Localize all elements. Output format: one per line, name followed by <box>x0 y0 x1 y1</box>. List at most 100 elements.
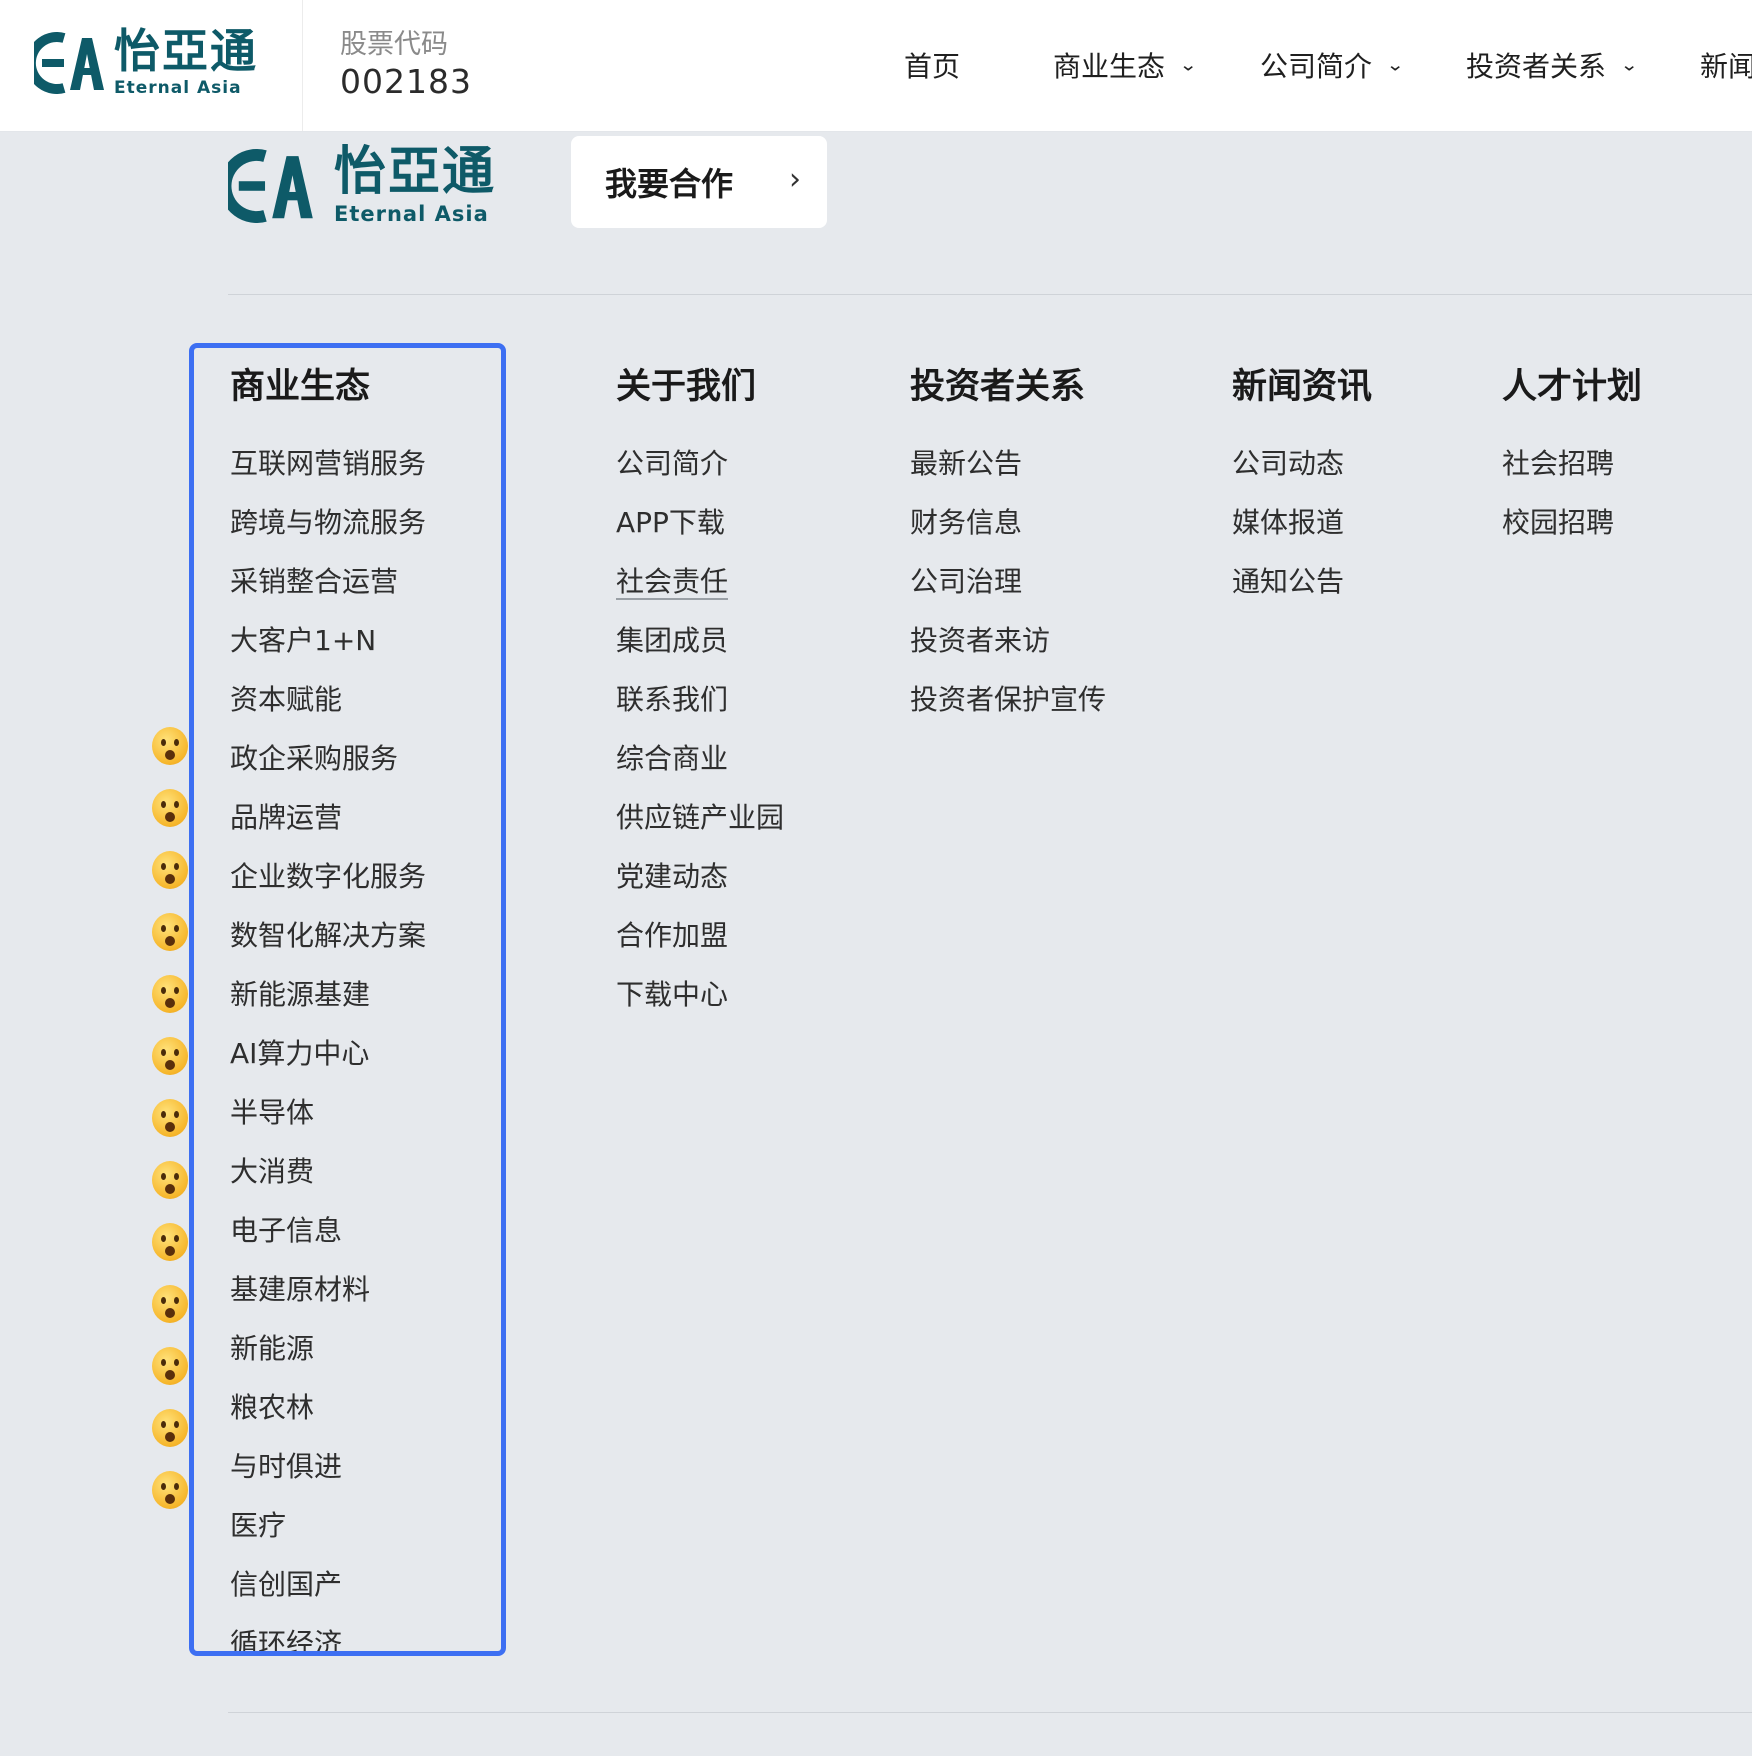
menu-link[interactable]: 大客户1+N <box>230 621 426 680</box>
chevron-right-icon: › <box>789 162 801 197</box>
menu-link[interactable]: 政企采购服务 <box>230 739 426 798</box>
menu-link[interactable]: 公司治理 <box>910 562 1106 621</box>
ea-logo-icon <box>228 148 313 223</box>
nav-business-ecosystem[interactable]: 商业生态 ⌄ <box>1053 45 1197 85</box>
astonished-face-icon <box>152 1161 188 1199</box>
menu-link[interactable]: 互联网营销服务 <box>230 444 426 503</box>
brand-name-en: Eternal Asia <box>114 78 242 98</box>
column-list: 公司动态 媒体报道 通知公告 <box>1232 444 1372 621</box>
column-list: 社会招聘 校园招聘 <box>1502 444 1642 562</box>
astonished-face-icon <box>152 851 188 889</box>
chevron-down-icon: ⌄ <box>1620 55 1639 75</box>
chevron-down-icon: ⌄ <box>1386 55 1405 75</box>
menu-link[interactable]: 医疗 <box>230 1506 426 1565</box>
menu-link[interactable]: 数智化解决方案 <box>230 916 426 975</box>
nav-investor-relations[interactable]: 投资者关系 ⌄ <box>1466 45 1638 85</box>
column-title: 人才计划 <box>1502 367 1643 407</box>
menu-link[interactable]: 联系我们 <box>616 680 784 739</box>
menu-link[interactable]: 资本赋能 <box>230 680 426 739</box>
menu-link[interactable]: 企业数字化服务 <box>230 857 426 916</box>
column-title: 投资者关系 <box>910 367 1086 407</box>
nav-company-profile-label: 公司简介 <box>1260 50 1373 83</box>
panel-brand-name-en: Eternal Asia <box>334 202 489 226</box>
menu-link[interactable]: 电子信息 <box>230 1211 426 1270</box>
column-list: 互联网营销服务 跨境与物流服务 采销整合运营 大客户1+N 资本赋能 政企采购服… <box>230 444 426 1651</box>
column-title: 新闻资讯 <box>1232 367 1373 407</box>
menu-link[interactable]: 循环经济 <box>230 1624 426 1651</box>
top-header: 怡亞通 Eternal Asia 股票代码 002183 首页 商业生态 ⌄ 公… <box>0 0 1752 132</box>
menu-column-talent: 人才计划 社会招聘 校园招聘 <box>1502 362 1642 562</box>
nav-news[interactable]: 新闻 <box>1700 45 1752 85</box>
menu-link[interactable]: 与时俱进 <box>230 1447 426 1506</box>
menu-link[interactable]: 跨境与物流服务 <box>230 503 426 562</box>
menu-link[interactable]: 集团成员 <box>616 621 784 680</box>
menu-link[interactable]: 公司简介 <box>616 444 784 503</box>
nav-company-profile[interactable]: 公司简介 ⌄ <box>1260 45 1404 85</box>
menu-link[interactable]: 大消费 <box>230 1152 426 1211</box>
astonished-face-icon <box>152 727 188 765</box>
menu-column-about-us: 关于我们 公司简介 APP下载 社会责任 集团成员 联系我们 综合商业 供应链产… <box>616 362 784 1034</box>
nav-business-ecosystem-label: 商业生态 <box>1053 50 1166 83</box>
stock-code: 002183 <box>340 62 472 101</box>
cooperate-button[interactable]: 我要合作 › <box>571 136 827 228</box>
menu-link[interactable]: 党建动态 <box>616 857 784 916</box>
menu-link-hovered[interactable]: 社会责任 <box>616 562 784 621</box>
astonished-face-icon <box>152 1471 188 1509</box>
panel-brand-name-cn: 怡亞通 <box>334 142 497 202</box>
menu-link[interactable]: 综合商业 <box>616 739 784 798</box>
panel-divider-top <box>228 294 1752 295</box>
menu-link[interactable]: 新能源 <box>230 1329 426 1388</box>
menu-link[interactable]: 品牌运营 <box>230 798 426 857</box>
menu-link[interactable]: 媒体报道 <box>1232 503 1372 562</box>
astonished-face-icon <box>152 789 188 827</box>
menu-link[interactable]: 下载中心 <box>616 975 784 1034</box>
column-list: 公司简介 APP下载 社会责任 集团成员 联系我们 综合商业 供应链产业园 党建… <box>616 444 784 1034</box>
nav-news-label: 新闻 <box>1700 50 1752 83</box>
menu-link[interactable]: 最新公告 <box>910 444 1106 503</box>
menu-link[interactable]: 信创国产 <box>230 1565 426 1624</box>
menu-link[interactable]: 校园招聘 <box>1502 503 1642 562</box>
nav-home[interactable]: 首页 <box>904 45 960 85</box>
menu-link[interactable]: 采销整合运营 <box>230 562 426 621</box>
column-title: 商业生态 <box>230 367 371 407</box>
menu-link[interactable]: 财务信息 <box>910 503 1106 562</box>
astonished-face-icon <box>152 1037 188 1075</box>
astonished-face-icon <box>152 913 188 951</box>
menu-link[interactable]: 通知公告 <box>1232 562 1372 621</box>
menu-link[interactable]: 半导体 <box>230 1093 426 1152</box>
astonished-face-icon <box>152 1347 188 1385</box>
ea-logo-icon <box>34 31 104 94</box>
brand-name-cn: 怡亞通 <box>114 24 258 78</box>
menu-link-label: 社会责任 <box>616 565 729 600</box>
column-title: 关于我们 <box>616 367 757 407</box>
menu-link[interactable]: 新能源基建 <box>230 975 426 1034</box>
astonished-face-icon <box>152 1223 188 1261</box>
menu-column-news: 新闻资讯 公司动态 媒体报道 通知公告 <box>1232 362 1372 621</box>
menu-link[interactable]: AI算力中心 <box>230 1034 426 1093</box>
astonished-face-icon <box>152 975 188 1013</box>
column-list: 最新公告 财务信息 公司治理 投资者来访 投资者保护宣传 <box>910 444 1106 739</box>
menu-link[interactable]: APP下载 <box>616 503 784 562</box>
astonished-face-icon <box>152 1285 188 1323</box>
header-logo[interactable]: 怡亞通 Eternal Asia <box>34 28 258 97</box>
nav-home-label: 首页 <box>904 50 961 83</box>
menu-link[interactable]: 社会招聘 <box>1502 444 1642 503</box>
menu-link[interactable]: 基建原材料 <box>230 1270 426 1329</box>
nav-investor-relations-label: 投资者关系 <box>1466 50 1607 83</box>
menu-link[interactable]: 公司动态 <box>1232 444 1372 503</box>
astonished-face-icon <box>152 1099 188 1137</box>
menu-link[interactable]: 投资者来访 <box>910 621 1106 680</box>
astonished-face-icon <box>152 1409 188 1447</box>
panel-logo: 怡亞通 Eternal Asia <box>228 146 496 225</box>
menu-link[interactable]: 投资者保护宣传 <box>910 680 1106 739</box>
menu-link[interactable]: 供应链产业园 <box>616 798 784 857</box>
highlight-box: 商业生态 互联网营销服务 跨境与物流服务 采销整合运营 大客户1+N 资本赋能 … <box>189 343 506 1656</box>
menu-link[interactable]: 合作加盟 <box>616 916 784 975</box>
menu-link[interactable]: 粮农林 <box>230 1388 426 1447</box>
header-divider <box>302 0 303 131</box>
chevron-down-icon: ⌄ <box>1179 55 1198 75</box>
menu-column-investor-relations: 投资者关系 最新公告 财务信息 公司治理 投资者来访 投资者保护宣传 <box>910 362 1106 739</box>
stock-label: 股票代码 <box>340 29 448 60</box>
cooperate-button-label: 我要合作 <box>605 165 734 203</box>
menu-column-business-ecosystem: 商业生态 互联网营销服务 跨境与物流服务 采销整合运营 大客户1+N 资本赋能 … <box>230 362 426 1651</box>
